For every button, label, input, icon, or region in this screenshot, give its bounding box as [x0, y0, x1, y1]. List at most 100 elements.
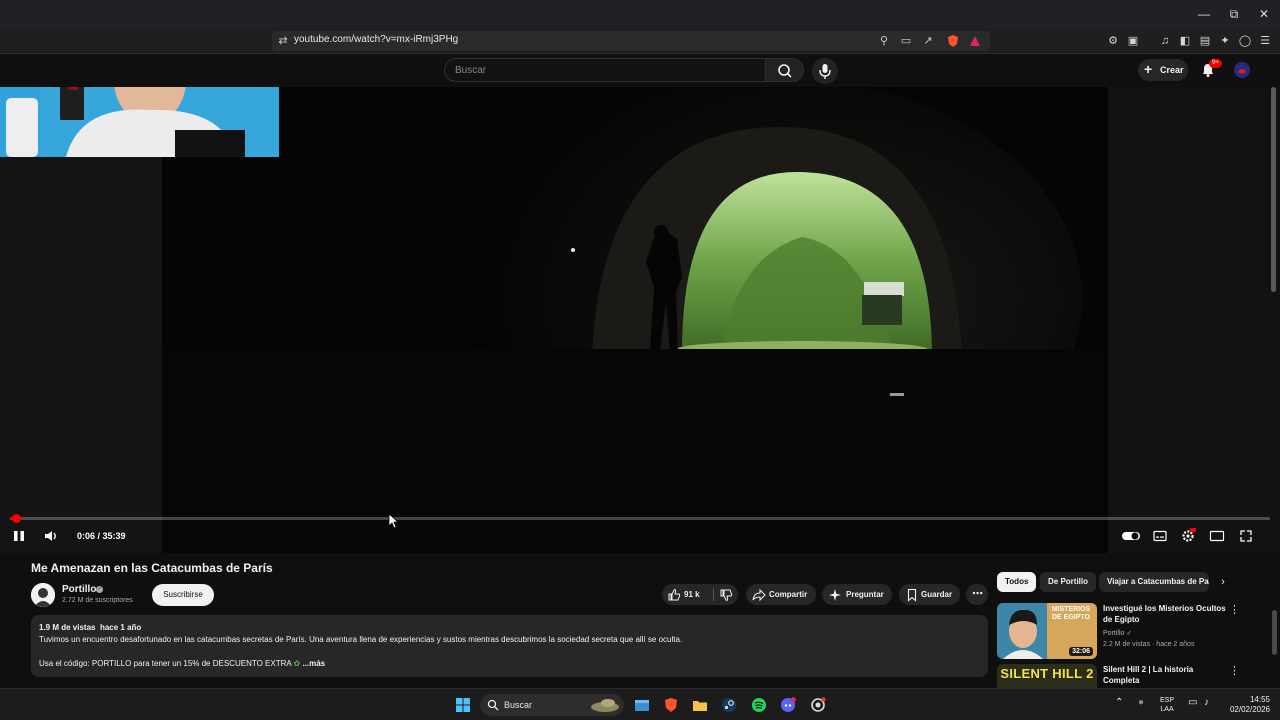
search-icon: [778, 64, 792, 78]
microphone-icon: [819, 64, 831, 79]
tray-mic-icon[interactable]: ●: [1138, 697, 1144, 708]
webcam-overlay: [0, 87, 279, 157]
network-icon[interactable]: ▭: [1188, 697, 1197, 708]
share-icon[interactable]: ↗: [921, 34, 935, 48]
vpn-icon[interactable]: ◯: [1238, 34, 1252, 48]
description-box[interactable]: 1.9 M de vistas hace 1 año Tuvimos un en…: [31, 615, 988, 677]
progress-scrubber[interactable]: [12, 514, 21, 523]
steam-icon[interactable]: [721, 697, 737, 713]
share-label: Compartir: [769, 590, 808, 599]
rec-thumb-text: MISTERIOS DE EGIPTO: [1051, 606, 1091, 621]
volume-icon[interactable]: [43, 528, 59, 544]
player-side-right: [1108, 87, 1280, 553]
autoplay-toggle[interactable]: [1121, 528, 1141, 544]
page-scrollbar[interactable]: [1271, 87, 1276, 292]
like-count: 91 k: [684, 590, 700, 599]
chip-from-channel[interactable]: De Portillo: [1040, 572, 1097, 592]
tray-overflow-chevron-icon[interactable]: ⌃: [1115, 697, 1123, 708]
thumbs-up-icon: [668, 588, 681, 601]
share-button[interactable]: Compartir: [746, 584, 816, 605]
video-title: Me Amenazan en las Catacumbas de París: [31, 561, 273, 575]
file-explorer-icon[interactable]: [634, 697, 650, 713]
minimize-icon[interactable]: —: [1188, 4, 1220, 24]
search-input[interactable]: [445, 59, 765, 81]
discord-icon[interactable]: [780, 697, 796, 713]
browser-toolbar: ⇄ youtube.com/watch?v=mx-iRmj3PHg ⚲ ▭ ↗ …: [0, 28, 1280, 54]
subtitles-icon[interactable]: [1152, 528, 1168, 544]
taskbar: Buscar ⌃ ● ESP LAA ▭ ♪ 14:55 02/02/2026: [0, 688, 1280, 720]
video-player[interactable]: 0:06 / 35:39: [0, 87, 1280, 553]
show-more-link[interactable]: ...más: [302, 659, 325, 668]
sidebar-icon[interactable]: ◧: [1178, 34, 1192, 48]
channel-avatar[interactable]: [31, 583, 55, 607]
clock-date: 02/02/2026: [1229, 705, 1270, 714]
search-highlight-icon: [591, 699, 619, 712]
rec-thumbnail[interactable]: SILENT HILL 2: [997, 664, 1097, 688]
address-bar[interactable]: ⇄ youtube.com/watch?v=mx-iRmj3PHg ⚲ ▭ ↗: [272, 31, 990, 51]
search-icon: [487, 699, 499, 711]
maximize-icon[interactable]: ⧉: [1218, 4, 1250, 24]
media-icon[interactable]: ♫: [1158, 34, 1172, 48]
save-button[interactable]: Guardar: [899, 584, 960, 605]
ask-button[interactable]: Preguntar: [822, 584, 892, 605]
video-frame[interactable]: [162, 87, 1108, 553]
recording-app-icon[interactable]: [810, 697, 826, 713]
rec-meta: 2.2 M de vistas · hace 2 años: [1103, 641, 1195, 648]
progress-bar[interactable]: [10, 514, 1270, 523]
close-icon[interactable]: ✕: [1248, 4, 1280, 24]
taskbar-search[interactable]: Buscar: [480, 694, 624, 716]
search-button[interactable]: [766, 58, 804, 82]
share-arrow-icon: [752, 588, 766, 602]
cast-icon[interactable]: ▭: [899, 34, 913, 48]
taskbar-search-label: Buscar: [504, 700, 533, 710]
like-button[interactable]: 91 k: [662, 584, 712, 605]
more-vertical-icon[interactable]: ⋮: [1229, 664, 1240, 678]
brave-browser-icon[interactable]: [663, 697, 679, 713]
plus-icon: +: [1144, 61, 1153, 77]
speaker-icon[interactable]: ♪: [1204, 697, 1209, 708]
clock[interactable]: 14:55 02/02/2026: [1226, 695, 1270, 715]
chevron-right-icon[interactable]: ›: [1216, 575, 1230, 589]
create-button[interactable]: + Crear: [1138, 59, 1188, 81]
save-label: Guardar: [921, 590, 953, 599]
url-text[interactable]: youtube.com/watch?v=mx-iRmj3PHg: [294, 34, 458, 45]
menu-icon[interactable]: ☰: [1258, 34, 1272, 48]
promo-text: Usa el código: PORTILLO para tener un 15…: [39, 659, 292, 668]
dislike-button[interactable]: [714, 584, 738, 605]
channel-name[interactable]: Portillo: [62, 584, 96, 595]
pause-icon[interactable]: [11, 528, 27, 544]
more-vertical-icon[interactable]: ⋮: [1229, 603, 1240, 617]
leo-ai-icon[interactable]: ✦: [1218, 34, 1232, 48]
chip-related-topic[interactable]: Viajar a Catacumbas de Pa: [1099, 572, 1209, 592]
spotify-icon[interactable]: [751, 697, 767, 713]
fullscreen-icon[interactable]: [1238, 528, 1254, 544]
verified-badge-icon: ✓: [96, 586, 103, 593]
more-actions-button[interactable]: ⋯: [966, 584, 988, 605]
create-label: Crear: [1160, 65, 1184, 75]
folder-icon[interactable]: [692, 697, 708, 713]
rec-thumbnail[interactable]: MISTERIOS DE EGIPTO 32:06: [997, 603, 1097, 659]
time-display: 0:06 / 35:39: [77, 531, 126, 541]
tab-capture-icon[interactable]: ▣: [1126, 34, 1140, 48]
theater-mode-icon[interactable]: [1209, 528, 1225, 544]
site-settings-icon[interactable]: ⇄: [276, 34, 290, 48]
lang-line2: LAA: [1160, 706, 1174, 713]
extensions-icon[interactable]: ⚙: [1106, 34, 1120, 48]
rec-title[interactable]: Silent Hill 2 | La historia Completa: [1103, 664, 1231, 686]
rec-title[interactable]: Investigué los Misterios Ocultos de Egip…: [1103, 603, 1231, 625]
settings-icon[interactable]: [1180, 528, 1196, 544]
brave-shields-icon[interactable]: [946, 34, 960, 48]
windows-start-icon[interactable]: [455, 697, 471, 713]
sidebar-scrollbar[interactable]: [1272, 610, 1277, 655]
browser-title-bar: — ⧉ ✕: [0, 0, 1280, 28]
subscribe-button[interactable]: Suscribirse: [152, 584, 214, 606]
voice-search-button[interactable]: [812, 58, 838, 84]
chip-all[interactable]: Todos: [997, 572, 1037, 592]
wallet-icon[interactable]: ▤: [1198, 34, 1212, 48]
account-avatar[interactable]: [1234, 62, 1250, 78]
clock-time: 14:55: [1249, 695, 1270, 704]
rec-channel: Portillo ✓: [1103, 629, 1132, 637]
zoom-icon[interactable]: ⚲: [877, 34, 891, 48]
brave-rewards-icon[interactable]: [968, 34, 982, 48]
keyboard-language[interactable]: ESP LAA: [1160, 696, 1174, 714]
